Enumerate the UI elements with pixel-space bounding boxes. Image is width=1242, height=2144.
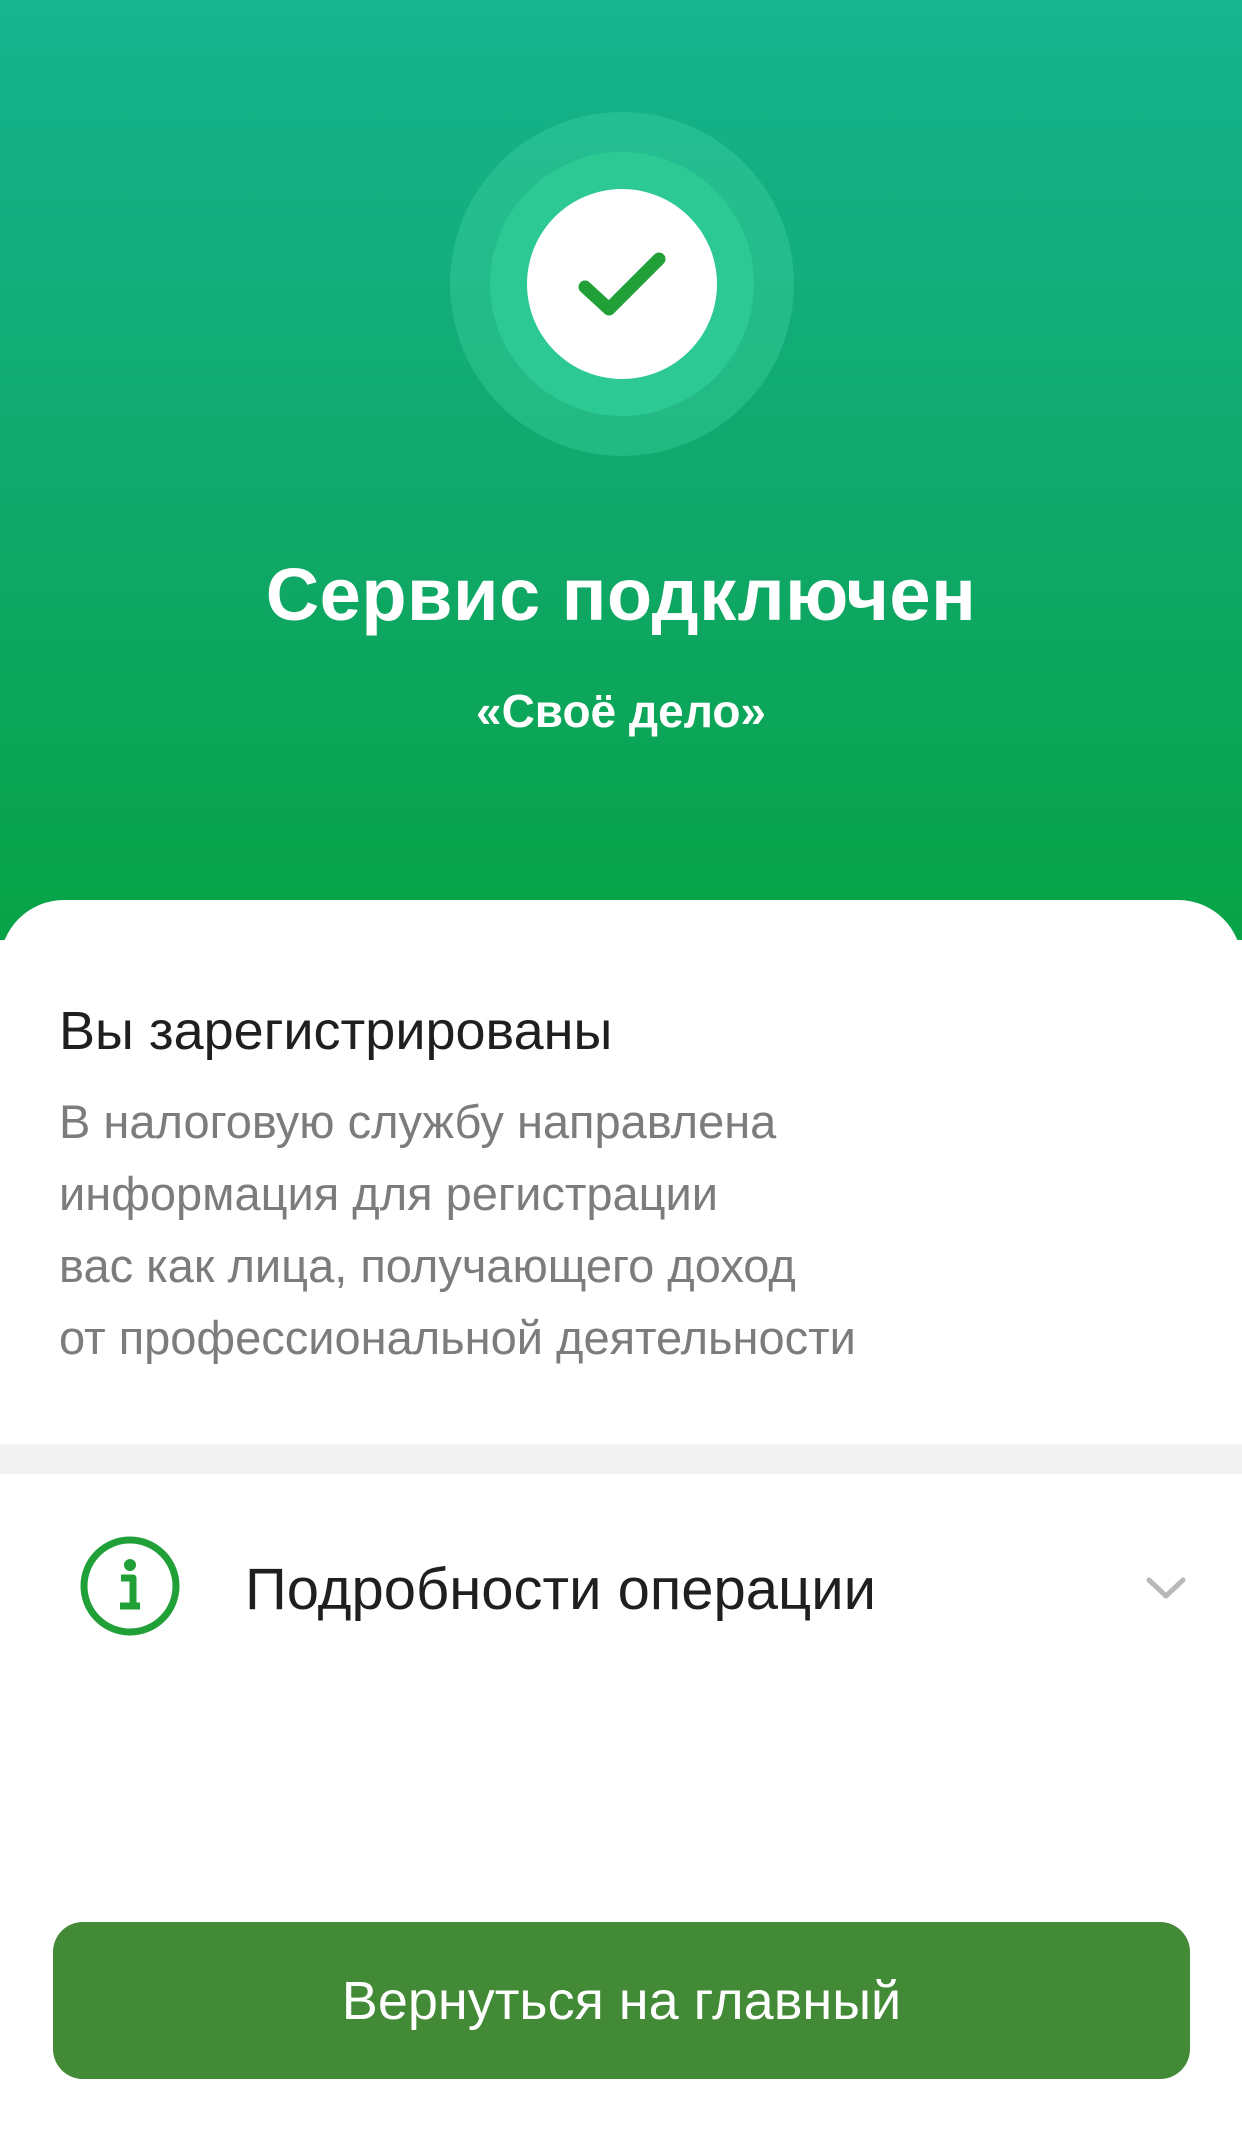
registration-card: Вы зарегистрированы В налоговую службу н… [0,900,1242,1444]
success-badge [527,189,717,379]
registration-title: Вы зарегистрированы [59,1001,613,1061]
success-header: Сервис подключен «Своё дело» [0,0,1242,940]
status-title: Сервис подключен [265,553,977,636]
description-line: информация для регистрации [59,1167,719,1220]
operation-details-toggle[interactable]: Подробности операции [0,1474,1242,1704]
description-line: вас как лица, получающего доход [59,1239,796,1292]
description-line: В налоговую службу направлена [59,1095,777,1148]
service-name: «Своё дело» [475,685,766,737]
success-screen: Сервис подключен «Своё дело» Вы зарегист… [0,0,1242,2144]
info-icon [80,1536,180,1636]
check-icon [578,252,666,316]
registration-description: В налоговую службу направлена информация… [59,1086,1159,1374]
section-divider [0,1444,1242,1474]
description-line: от профессиональной деятельности [59,1311,856,1364]
chevron-down-icon[interactable] [1143,1572,1189,1602]
operation-details-label: Подробности операции [245,1557,877,1622]
return-home-button[interactable]: Вернуться на главный [53,1922,1190,2079]
